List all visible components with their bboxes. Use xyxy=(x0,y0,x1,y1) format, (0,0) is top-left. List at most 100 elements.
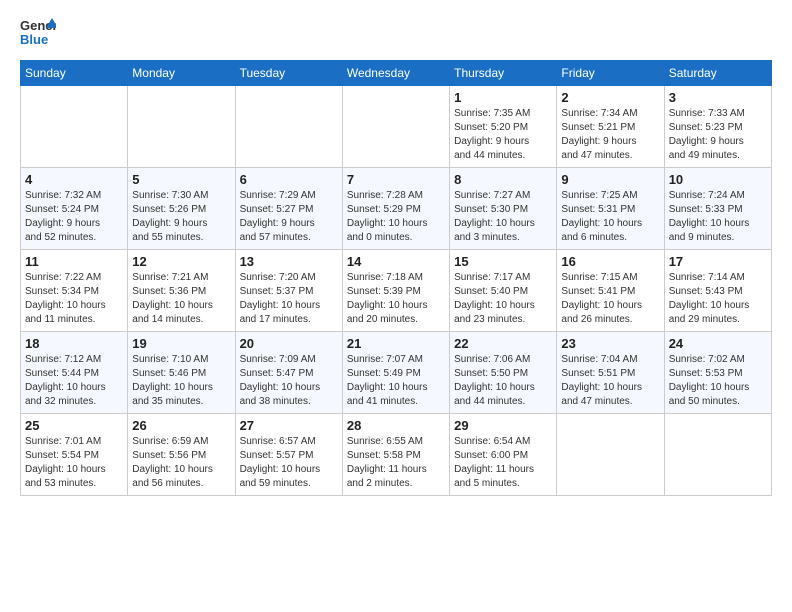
day-number: 8 xyxy=(454,172,552,187)
day-info: Sunrise: 7:30 AMSunset: 5:26 PMDaylight:… xyxy=(132,189,230,245)
day-info: Sunrise: 7:24 AMSunset: 5:33 PMDaylight:… xyxy=(669,189,767,245)
day-info: Sunrise: 7:07 AMSunset: 5:49 PMDaylight:… xyxy=(347,353,445,409)
logo-svg: General Blue xyxy=(20,16,56,48)
day-number: 27 xyxy=(240,418,338,433)
day-info: Sunrise: 7:12 AMSunset: 5:44 PMDaylight:… xyxy=(25,353,123,409)
calendar-cell xyxy=(664,414,771,496)
day-number: 11 xyxy=(25,254,123,269)
day-number: 21 xyxy=(347,336,445,351)
day-number: 9 xyxy=(561,172,659,187)
calendar-week-row: 11 Sunrise: 7:22 AMSunset: 5:34 PMDayligh… xyxy=(21,250,772,332)
day-info: Sunrise: 6:54 AMSunset: 6:00 PMDaylight:… xyxy=(454,435,552,491)
weekday-header-sunday: Sunday xyxy=(21,61,128,86)
calendar-cell: 8 Sunrise: 7:27 AMSunset: 5:30 PMDaylight… xyxy=(450,168,557,250)
day-info: Sunrise: 7:33 AMSunset: 5:23 PMDaylight:… xyxy=(669,107,767,163)
calendar-cell: 14 Sunrise: 7:18 AMSunset: 5:39 PMDayligh… xyxy=(342,250,449,332)
calendar-cell: 19 Sunrise: 7:10 AMSunset: 5:46 PMDayligh… xyxy=(128,332,235,414)
calendar-cell: 21 Sunrise: 7:07 AMSunset: 5:49 PMDayligh… xyxy=(342,332,449,414)
calendar-cell: 6 Sunrise: 7:29 AMSunset: 5:27 PMDaylight… xyxy=(235,168,342,250)
svg-text:Blue: Blue xyxy=(20,32,48,47)
calendar-cell xyxy=(235,86,342,168)
calendar-cell: 26Sunrise: 6:59 AMSunset: 5:56 PMDayligh… xyxy=(128,414,235,496)
day-info: Sunrise: 7:14 AMSunset: 5:43 PMDaylight:… xyxy=(669,271,767,327)
day-number: 16 xyxy=(561,254,659,269)
day-info: Sunrise: 6:59 AMSunset: 5:56 PMDaylight:… xyxy=(132,435,230,491)
calendar-cell: 2 Sunrise: 7:34 AMSunset: 5:21 PMDaylight… xyxy=(557,86,664,168)
calendar-cell: 22Sunrise: 7:06 AMSunset: 5:50 PMDayligh… xyxy=(450,332,557,414)
day-number: 14 xyxy=(347,254,445,269)
day-info: Sunrise: 7:32 AMSunset: 5:24 PMDaylight:… xyxy=(25,189,123,245)
day-info: Sunrise: 7:22 AMSunset: 5:34 PMDaylight:… xyxy=(25,271,123,327)
calendar-cell: 1 Sunrise: 7:35 AMSunset: 5:20 PMDaylight… xyxy=(450,86,557,168)
day-number: 28 xyxy=(347,418,445,433)
day-number: 2 xyxy=(561,90,659,105)
day-info: Sunrise: 7:29 AMSunset: 5:27 PMDaylight:… xyxy=(240,189,338,245)
day-number: 5 xyxy=(132,172,230,187)
day-info: Sunrise: 7:20 AMSunset: 5:37 PMDaylight:… xyxy=(240,271,338,327)
day-number: 29 xyxy=(454,418,552,433)
day-info: Sunrise: 7:06 AMSunset: 5:50 PMDaylight:… xyxy=(454,353,552,409)
day-info: Sunrise: 7:18 AMSunset: 5:39 PMDaylight:… xyxy=(347,271,445,327)
day-number: 7 xyxy=(347,172,445,187)
day-number: 17 xyxy=(669,254,767,269)
calendar-cell: 13 Sunrise: 7:20 AMSunset: 5:37 PMDayligh… xyxy=(235,250,342,332)
day-number: 3 xyxy=(669,90,767,105)
calendar-cell: 28Sunrise: 6:55 AMSunset: 5:58 PMDayligh… xyxy=(342,414,449,496)
calendar-cell: 25 Sunrise: 7:01 AMSunset: 5:54 PMDayligh… xyxy=(21,414,128,496)
calendar-cell: 4 Sunrise: 7:32 AMSunset: 5:24 PMDaylight… xyxy=(21,168,128,250)
day-info: Sunrise: 7:15 AMSunset: 5:41 PMDaylight:… xyxy=(561,271,659,327)
calendar-cell xyxy=(21,86,128,168)
calendar-cell: 11 Sunrise: 7:22 AMSunset: 5:34 PMDayligh… xyxy=(21,250,128,332)
calendar-cell: 16 Sunrise: 7:15 AMSunset: 5:41 PMDayligh… xyxy=(557,250,664,332)
weekday-header-monday: Monday xyxy=(128,61,235,86)
day-number: 4 xyxy=(25,172,123,187)
calendar-cell xyxy=(557,414,664,496)
day-number: 1 xyxy=(454,90,552,105)
calendar-cell: 24 Sunrise: 7:02 AMSunset: 5:53 PMDayligh… xyxy=(664,332,771,414)
calendar-cell: 23 Sunrise: 7:04 AMSunset: 5:51 PMDayligh… xyxy=(557,332,664,414)
weekday-header-saturday: Saturday xyxy=(664,61,771,86)
day-info: Sunrise: 7:34 AMSunset: 5:21 PMDaylight:… xyxy=(561,107,659,163)
day-number: 24 xyxy=(669,336,767,351)
day-number: 15 xyxy=(454,254,552,269)
day-info: Sunrise: 7:21 AMSunset: 5:36 PMDaylight:… xyxy=(132,271,230,327)
calendar-cell: 29 Sunrise: 6:54 AMSunset: 6:00 PMDayligh… xyxy=(450,414,557,496)
day-info: Sunrise: 7:04 AMSunset: 5:51 PMDaylight:… xyxy=(561,353,659,409)
weekday-header-row: SundayMondayTuesdayWednesdayThursdayFrid… xyxy=(21,61,772,86)
calendar-cell: 20 Sunrise: 7:09 AMSunset: 5:47 PMDayligh… xyxy=(235,332,342,414)
weekday-header-thursday: Thursday xyxy=(450,61,557,86)
day-info: Sunrise: 7:02 AMSunset: 5:53 PMDaylight:… xyxy=(669,353,767,409)
calendar-cell xyxy=(342,86,449,168)
weekday-header-wednesday: Wednesday xyxy=(342,61,449,86)
calendar-week-row: 1 Sunrise: 7:35 AMSunset: 5:20 PMDaylight… xyxy=(21,86,772,168)
day-info: Sunrise: 7:09 AMSunset: 5:47 PMDaylight:… xyxy=(240,353,338,409)
calendar-cell: 5 Sunrise: 7:30 AMSunset: 5:26 PMDaylight… xyxy=(128,168,235,250)
day-info: Sunrise: 7:28 AMSunset: 5:29 PMDaylight:… xyxy=(347,189,445,245)
day-number: 23 xyxy=(561,336,659,351)
calendar-cell xyxy=(128,86,235,168)
calendar-cell: 17 Sunrise: 7:14 AMSunset: 5:43 PMDayligh… xyxy=(664,250,771,332)
day-number: 6 xyxy=(240,172,338,187)
calendar-week-row: 25 Sunrise: 7:01 AMSunset: 5:54 PMDayligh… xyxy=(21,414,772,496)
day-number: 10 xyxy=(669,172,767,187)
logo: General Blue xyxy=(20,16,56,48)
day-number: 19 xyxy=(132,336,230,351)
day-number: 12 xyxy=(132,254,230,269)
day-info: Sunrise: 7:01 AMSunset: 5:54 PMDaylight:… xyxy=(25,435,123,491)
day-number: 13 xyxy=(240,254,338,269)
day-number: 18 xyxy=(25,336,123,351)
day-number: 20 xyxy=(240,336,338,351)
weekday-header-friday: Friday xyxy=(557,61,664,86)
weekday-header-tuesday: Tuesday xyxy=(235,61,342,86)
day-number: 25 xyxy=(25,418,123,433)
calendar-week-row: 18 Sunrise: 7:12 AMSunset: 5:44 PMDayligh… xyxy=(21,332,772,414)
day-info: Sunrise: 7:27 AMSunset: 5:30 PMDaylight:… xyxy=(454,189,552,245)
calendar-cell: 12 Sunrise: 7:21 AMSunset: 5:36 PMDayligh… xyxy=(128,250,235,332)
day-info: Sunrise: 7:25 AMSunset: 5:31 PMDaylight:… xyxy=(561,189,659,245)
calendar-cell: 7 Sunrise: 7:28 AMSunset: 5:29 PMDaylight… xyxy=(342,168,449,250)
header: General Blue xyxy=(20,16,772,48)
day-info: Sunrise: 7:35 AMSunset: 5:20 PMDaylight:… xyxy=(454,107,552,163)
calendar-week-row: 4 Sunrise: 7:32 AMSunset: 5:24 PMDaylight… xyxy=(21,168,772,250)
day-info: Sunrise: 7:10 AMSunset: 5:46 PMDaylight:… xyxy=(132,353,230,409)
calendar-cell: 10 Sunrise: 7:24 AMSunset: 5:33 PMDayligh… xyxy=(664,168,771,250)
